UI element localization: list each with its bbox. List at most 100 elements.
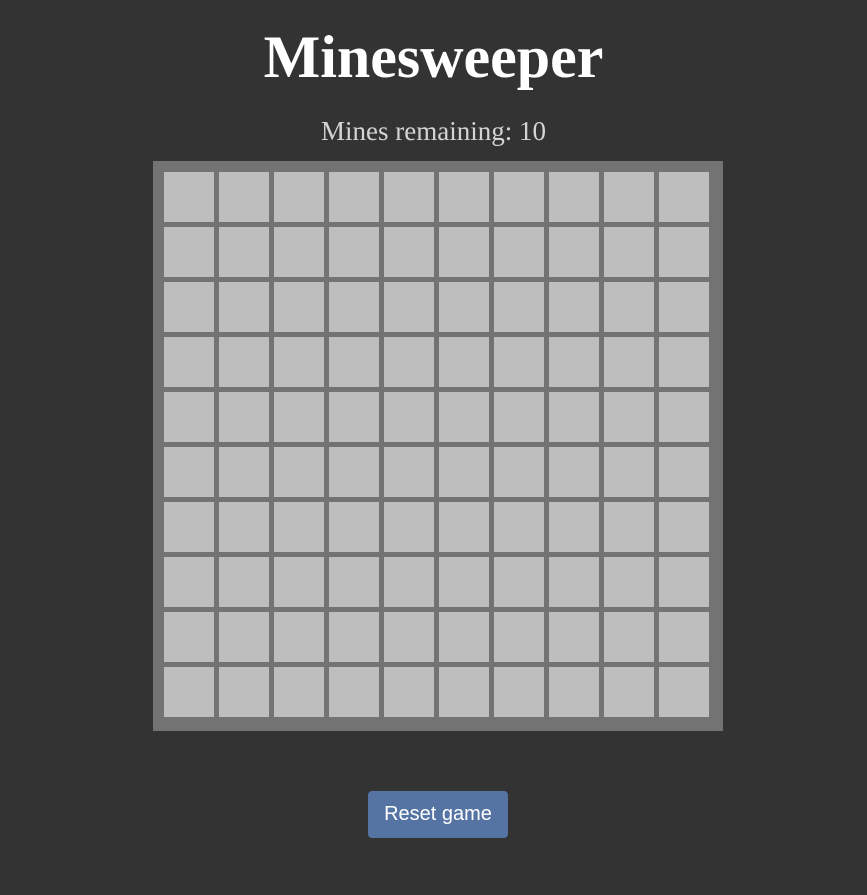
board-cell[interactable] [274,612,324,662]
board-cell[interactable] [164,612,214,662]
board-cell[interactable] [659,227,709,277]
board-cell[interactable] [439,557,489,607]
board-cell[interactable] [494,612,544,662]
board-cell[interactable] [549,667,599,717]
board-cell[interactable] [164,502,214,552]
board-cell[interactable] [164,337,214,387]
board-cell[interactable] [384,667,434,717]
board-cell[interactable] [219,227,269,277]
board-cell[interactable] [549,502,599,552]
board-cell[interactable] [439,447,489,497]
board-cell[interactable] [329,392,379,442]
board-cell[interactable] [549,337,599,387]
board-cell[interactable] [604,502,654,552]
board-cell[interactable] [274,557,324,607]
board-cell[interactable] [164,392,214,442]
board-cell[interactable] [164,227,214,277]
board-cell[interactable] [604,172,654,222]
board-cell[interactable] [219,337,269,387]
reset-game-button[interactable]: Reset game [368,791,508,838]
board-cell[interactable] [384,557,434,607]
board-cell[interactable] [329,667,379,717]
board-cell[interactable] [659,612,709,662]
board-cell[interactable] [274,172,324,222]
board-cell[interactable] [439,392,489,442]
board-cell[interactable] [604,447,654,497]
board-cell[interactable] [274,337,324,387]
board-cell[interactable] [219,667,269,717]
board-cell[interactable] [219,282,269,332]
board-cell[interactable] [164,557,214,607]
board-cell[interactable] [659,447,709,497]
board-cell[interactable] [384,172,434,222]
board-cell[interactable] [164,447,214,497]
board-cell[interactable] [494,447,544,497]
board-cell[interactable] [659,337,709,387]
board-cell[interactable] [329,502,379,552]
board-cell[interactable] [384,392,434,442]
board-cell[interactable] [494,502,544,552]
board-cell[interactable] [549,612,599,662]
board-cell[interactable] [659,667,709,717]
board-cell[interactable] [549,282,599,332]
board-cell[interactable] [494,227,544,277]
board-cell[interactable] [329,557,379,607]
board-cell[interactable] [329,172,379,222]
board-cell[interactable] [659,557,709,607]
board-cell[interactable] [494,172,544,222]
board-cell[interactable] [219,172,269,222]
board-cell[interactable] [164,282,214,332]
board-cell[interactable] [219,612,269,662]
board-cell[interactable] [439,337,489,387]
board-cell[interactable] [384,227,434,277]
board-cell[interactable] [164,667,214,717]
board-cell[interactable] [274,227,324,277]
board-cell[interactable] [604,392,654,442]
board-cell[interactable] [439,227,489,277]
board-cell[interactable] [439,282,489,332]
board-cell[interactable] [549,392,599,442]
board-cell[interactable] [274,502,324,552]
board-cell[interactable] [274,447,324,497]
board-cell[interactable] [384,337,434,387]
board-cell[interactable] [494,557,544,607]
board-cell[interactable] [439,172,489,222]
board-cell[interactable] [439,612,489,662]
board-cell[interactable] [274,282,324,332]
board-cell[interactable] [329,447,379,497]
board-cell[interactable] [604,667,654,717]
board-cell[interactable] [604,612,654,662]
board-cell[interactable] [549,447,599,497]
board-cell[interactable] [604,557,654,607]
board-cell[interactable] [494,337,544,387]
board-cell[interactable] [384,447,434,497]
board-cell[interactable] [439,667,489,717]
board-cell[interactable] [329,227,379,277]
board-cell[interactable] [604,337,654,387]
board-cell[interactable] [659,282,709,332]
board-cell[interactable] [274,392,324,442]
board-cell[interactable] [494,282,544,332]
board-cell[interactable] [219,392,269,442]
board-cell[interactable] [659,172,709,222]
board-cell[interactable] [329,337,379,387]
board-cell[interactable] [549,227,599,277]
board-cell[interactable] [604,227,654,277]
board-cell[interactable] [219,557,269,607]
board-cell[interactable] [384,612,434,662]
board-cell[interactable] [604,282,654,332]
board-cell[interactable] [274,667,324,717]
board-cell[interactable] [494,667,544,717]
board-cell[interactable] [384,282,434,332]
board-cell[interactable] [329,612,379,662]
board-cell[interactable] [384,502,434,552]
board-cell[interactable] [659,392,709,442]
board-cell[interactable] [549,172,599,222]
board-cell[interactable] [439,502,489,552]
board-cell[interactable] [164,172,214,222]
board-cell[interactable] [329,282,379,332]
board-cell[interactable] [549,557,599,607]
board-cell[interactable] [659,502,709,552]
board-cell[interactable] [219,502,269,552]
board-cell[interactable] [219,447,269,497]
